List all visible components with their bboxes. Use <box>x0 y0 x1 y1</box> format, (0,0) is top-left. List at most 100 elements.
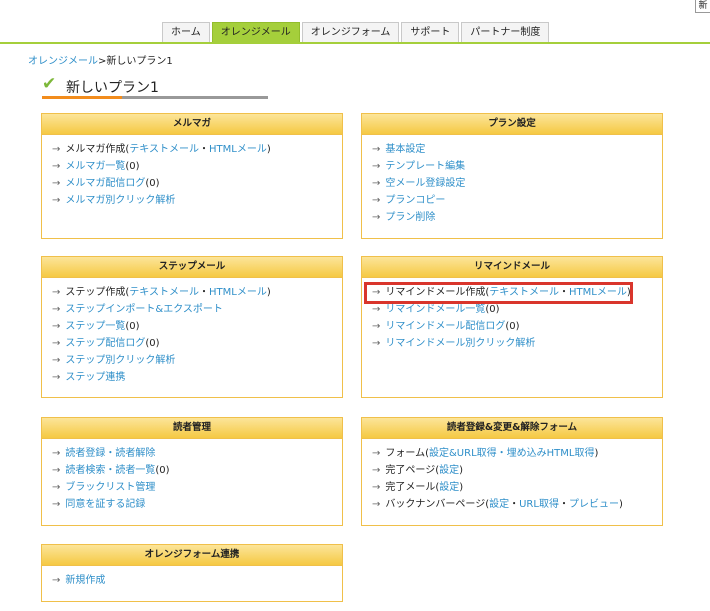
tab-underline <box>0 42 710 44</box>
melmaga-create-html-link[interactable]: HTMLメール <box>209 144 267 155</box>
complete-mail-settings-link[interactable]: 設定 <box>439 482 459 493</box>
paren: ) <box>594 448 599 459</box>
backnumber-url-link[interactable]: URL取得 <box>519 499 559 510</box>
list-item: → バックナンバーページ(設定・URL取得・プレビュー) <box>372 496 652 513</box>
corner-mark: 新 <box>695 0 710 13</box>
count: (0) <box>155 465 170 476</box>
panel-header: 読者管理 <box>42 418 342 439</box>
reader-consent-link[interactable]: 同意を証する記録 <box>65 499 145 510</box>
arrow-right-icon: → <box>372 482 381 493</box>
remind-click-link[interactable]: リマインドメール別クリック解析 <box>385 338 535 349</box>
complete-page-settings-link[interactable]: 設定 <box>439 465 459 476</box>
plan-basic-link[interactable]: 基本設定 <box>385 144 425 155</box>
arrow-right-icon: → <box>372 448 381 459</box>
step-create-label: ステップ作成 <box>65 287 126 298</box>
list-item: → リマインドメール別クリック解析 <box>372 335 652 352</box>
paren: ) <box>266 287 271 298</box>
list-item: → 読者検索・読者一覧(0) <box>52 462 332 479</box>
backnumber-settings-link[interactable]: 設定 <box>489 499 509 510</box>
tab-partner[interactable]: パートナー制度 <box>461 22 550 43</box>
breadcrumb-current: 新しいプラン1 <box>106 56 173 67</box>
melmaga-click-link[interactable]: メルマガ別クリック解析 <box>65 195 175 206</box>
plan-copy-link[interactable]: プランコピー <box>385 195 445 206</box>
arrow-right-icon: → <box>52 144 61 155</box>
backnumber-preview-link[interactable]: プレビュー <box>569 499 619 510</box>
arrow-right-icon: → <box>52 161 61 172</box>
page-title-block: ✔ 新しいプラン1 <box>42 74 268 100</box>
arrow-right-icon: → <box>52 338 61 349</box>
plan-template-link[interactable]: テンプレート編集 <box>385 161 465 172</box>
step-list-link[interactable]: ステップ一覧 <box>65 321 125 332</box>
tab-list: ホーム オレンジメール オレンジフォーム サポート パートナー制度 <box>162 22 550 43</box>
arrow-right-icon: → <box>52 372 61 383</box>
arrow-right-icon: → <box>52 355 61 366</box>
list-item: → 完了メール(設定) <box>372 479 652 496</box>
top-navigation: ホーム オレンジメール オレンジフォーム サポート パートナー制度 <box>0 0 710 44</box>
panel-reader-management: 読者管理 → 読者登録・読者解除 → 読者検索・読者一覧(0) → ブラックリスト管理… <box>41 417 343 526</box>
list-item: → プランコピー <box>372 192 652 209</box>
step-create-html-link[interactable]: HTMLメール <box>209 287 267 298</box>
highlight-box <box>364 282 633 304</box>
dot: ・ <box>199 287 209 298</box>
arrow-right-icon: → <box>52 448 61 459</box>
list-item: → ブラックリスト管理 <box>52 479 332 496</box>
remind-list-link[interactable]: リマインドメール一覧 <box>385 304 485 315</box>
panel-melmaga: メルマガ → メルマガ作成(テキストメール・HTMLメール) → メルマガ一覧(0)… <box>41 113 343 239</box>
backnumber-label: バックナンバーページ <box>385 499 486 510</box>
plan-delete-link[interactable]: プラン削除 <box>385 212 435 223</box>
list-item: → メルマガ一覧(0) <box>52 158 332 175</box>
arrow-right-icon: → <box>52 465 61 476</box>
step-link-link[interactable]: ステップ連携 <box>65 372 125 383</box>
arrow-right-icon: → <box>372 499 381 510</box>
tab-support[interactable]: サポート <box>401 22 460 43</box>
tab-orange-mail[interactable]: オレンジメール <box>211 22 300 43</box>
list-item: → 基本設定 <box>372 141 652 158</box>
dot: ・ <box>558 499 569 510</box>
form-settings-link[interactable]: 設定&URL取得・埋め込みHTML取得 <box>429 448 594 459</box>
panel-header: 読者登録&変更&解除フォーム <box>362 418 662 439</box>
count: (0) <box>505 321 520 332</box>
list-item: → ステップ別クリック解析 <box>52 352 332 369</box>
tab-orange-form[interactable]: オレンジフォーム <box>301 22 400 43</box>
list-item: → フォーム(設定&URL取得・埋め込みHTML取得) <box>372 445 652 462</box>
step-log-link[interactable]: ステップ配信ログ <box>65 338 145 349</box>
count: (0) <box>125 321 140 332</box>
reader-search-link[interactable]: 読者検索・読者一覧 <box>65 465 155 476</box>
dot: ・ <box>509 499 520 510</box>
breadcrumb-link-orange-mail[interactable]: オレンジメール <box>28 56 98 67</box>
arrow-right-icon: → <box>52 287 61 298</box>
tab-home[interactable]: ホーム <box>162 22 210 43</box>
reader-register-link[interactable]: 読者登録・読者解除 <box>65 448 155 459</box>
count: (0) <box>145 338 160 349</box>
plan-empty-mail-link[interactable]: 空メール登録設定 <box>385 178 465 189</box>
melmaga-create-text-link[interactable]: テキストメール <box>129 144 199 155</box>
orangeform-new-link[interactable]: 新規作成 <box>65 575 105 586</box>
melmaga-log-link[interactable]: メルマガ配信ログ <box>65 178 145 189</box>
panel-reader-form: 読者登録&変更&解除フォーム → フォーム(設定&URL取得・埋め込みHTML取得… <box>361 417 663 526</box>
melmaga-list-link[interactable]: メルマガ一覧 <box>65 161 125 172</box>
step-import-link[interactable]: ステップインポート&エクスポート <box>65 304 223 315</box>
list-item: → ステップインポート&エクスポート <box>52 301 332 318</box>
remind-log-link[interactable]: リマインドメール配信ログ <box>385 321 505 332</box>
panel-header: プラン設定 <box>362 114 662 135</box>
arrow-right-icon: → <box>372 321 381 332</box>
list-item: → メルマガ作成(テキストメール・HTMLメール) <box>52 141 332 158</box>
arrow-right-icon: → <box>52 499 61 510</box>
arrow-right-icon: → <box>372 144 381 155</box>
paren: ) <box>618 499 623 510</box>
paren: ) <box>266 144 271 155</box>
panel-remind-mail: リマインドメール → リマインドメール作成(テキストメール・HTMLメール) → リ… <box>361 256 663 398</box>
complete-page-label: 完了ページ <box>385 465 436 476</box>
paren: ) <box>459 465 464 476</box>
list-item: → 空メール登録設定 <box>372 175 652 192</box>
panel-header: メルマガ <box>42 114 342 135</box>
list-item: → ステップ作成(テキストメール・HTMLメール) <box>52 284 332 301</box>
melmaga-create-label: メルマガ作成 <box>65 144 126 155</box>
step-create-text-link[interactable]: テキストメール <box>129 287 199 298</box>
step-click-link[interactable]: ステップ別クリック解析 <box>65 355 175 366</box>
count: (0) <box>145 178 160 189</box>
list-item: → リマインドメール配信ログ(0) <box>372 318 652 335</box>
breadcrumb: オレンジメール>新しいプラン1 <box>28 52 173 67</box>
list-item: → ステップ一覧(0) <box>52 318 332 335</box>
reader-blacklist-link[interactable]: ブラックリスト管理 <box>65 482 155 493</box>
